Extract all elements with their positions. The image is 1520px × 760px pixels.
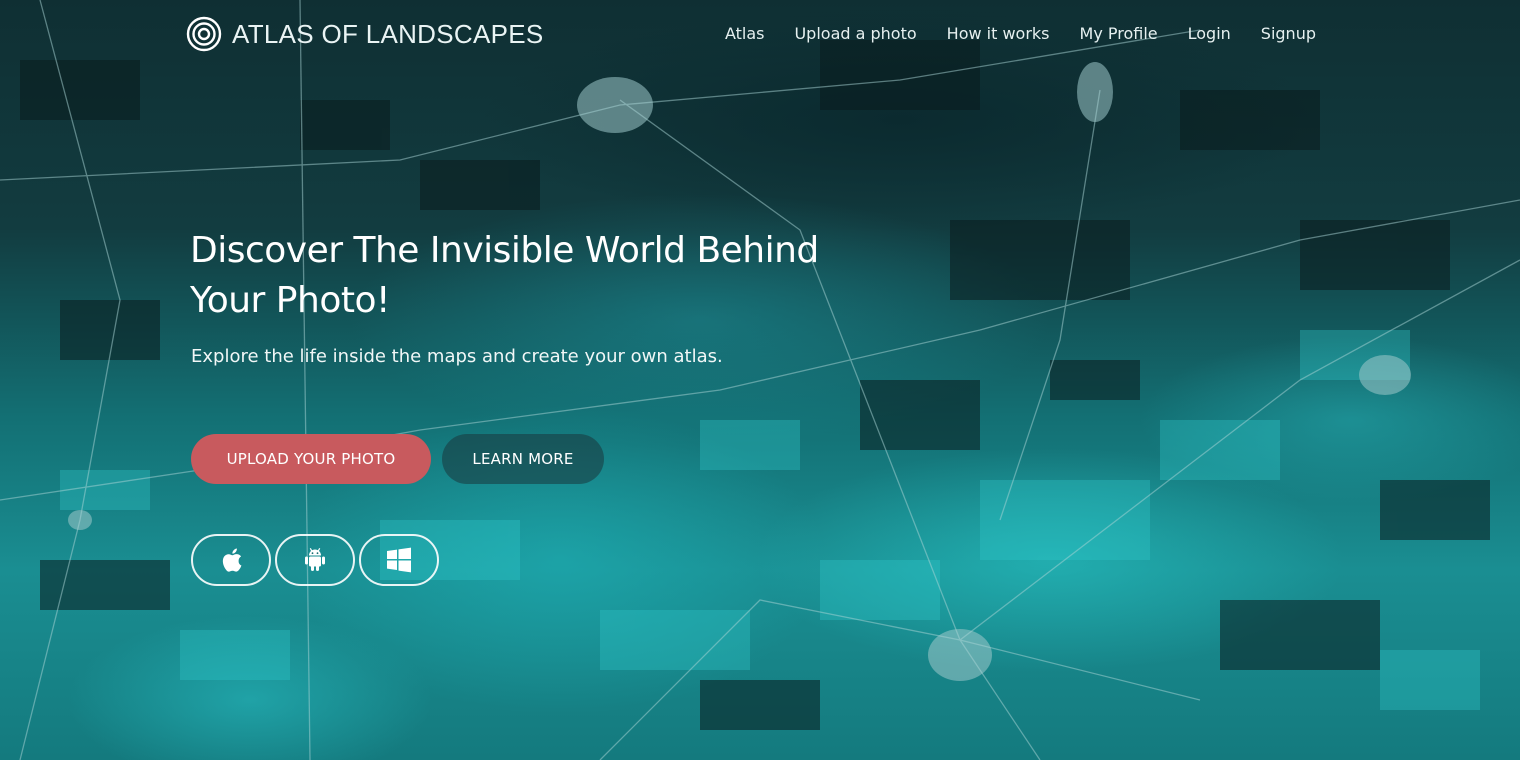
nav-links: Atlas Upload a photo How it works My Pro… <box>725 24 1316 43</box>
brand-name: ATLAS OF LANDSCAPES <box>232 18 544 49</box>
windows-icon <box>387 547 411 573</box>
windows-store-button[interactable] <box>359 534 439 586</box>
nav-link-signup[interactable]: Signup <box>1261 24 1316 43</box>
nav-link-login[interactable]: Login <box>1188 24 1231 43</box>
hero-headline-line1: Discover The Invisible World Behind <box>190 230 819 271</box>
hero-section: ATLAS OF LANDSCAPES Atlas Upload a photo… <box>0 0 1520 760</box>
android-icon <box>305 548 325 571</box>
target-rings-icon <box>186 16 222 52</box>
brand-home-link[interactable]: ATLAS OF LANDSCAPES <box>186 16 544 52</box>
nav-link-how-it-works[interactable]: How it works <box>947 24 1050 43</box>
hero-headline-line2: Your Photo! <box>190 280 390 321</box>
hero-subheadline: Explore the life inside the maps and cre… <box>191 346 723 367</box>
apple-icon <box>222 548 242 572</box>
top-navigation: ATLAS OF LANDSCAPES Atlas Upload a photo… <box>0 0 1520 70</box>
apple-store-button[interactable] <box>191 534 271 586</box>
learn-more-button[interactable]: LEARN MORE <box>442 434 604 484</box>
nav-link-upload-photo[interactable]: Upload a photo <box>794 24 916 43</box>
upload-photo-button[interactable]: UPLOAD YOUR PHOTO <box>191 434 431 484</box>
nav-link-atlas[interactable]: Atlas <box>725 24 765 43</box>
satellite-map-background <box>0 0 1520 760</box>
nav-link-my-profile[interactable]: My Profile <box>1080 24 1158 43</box>
hero-headline: Discover The Invisible World Behind Your… <box>190 226 870 326</box>
android-store-button[interactable] <box>275 534 355 586</box>
